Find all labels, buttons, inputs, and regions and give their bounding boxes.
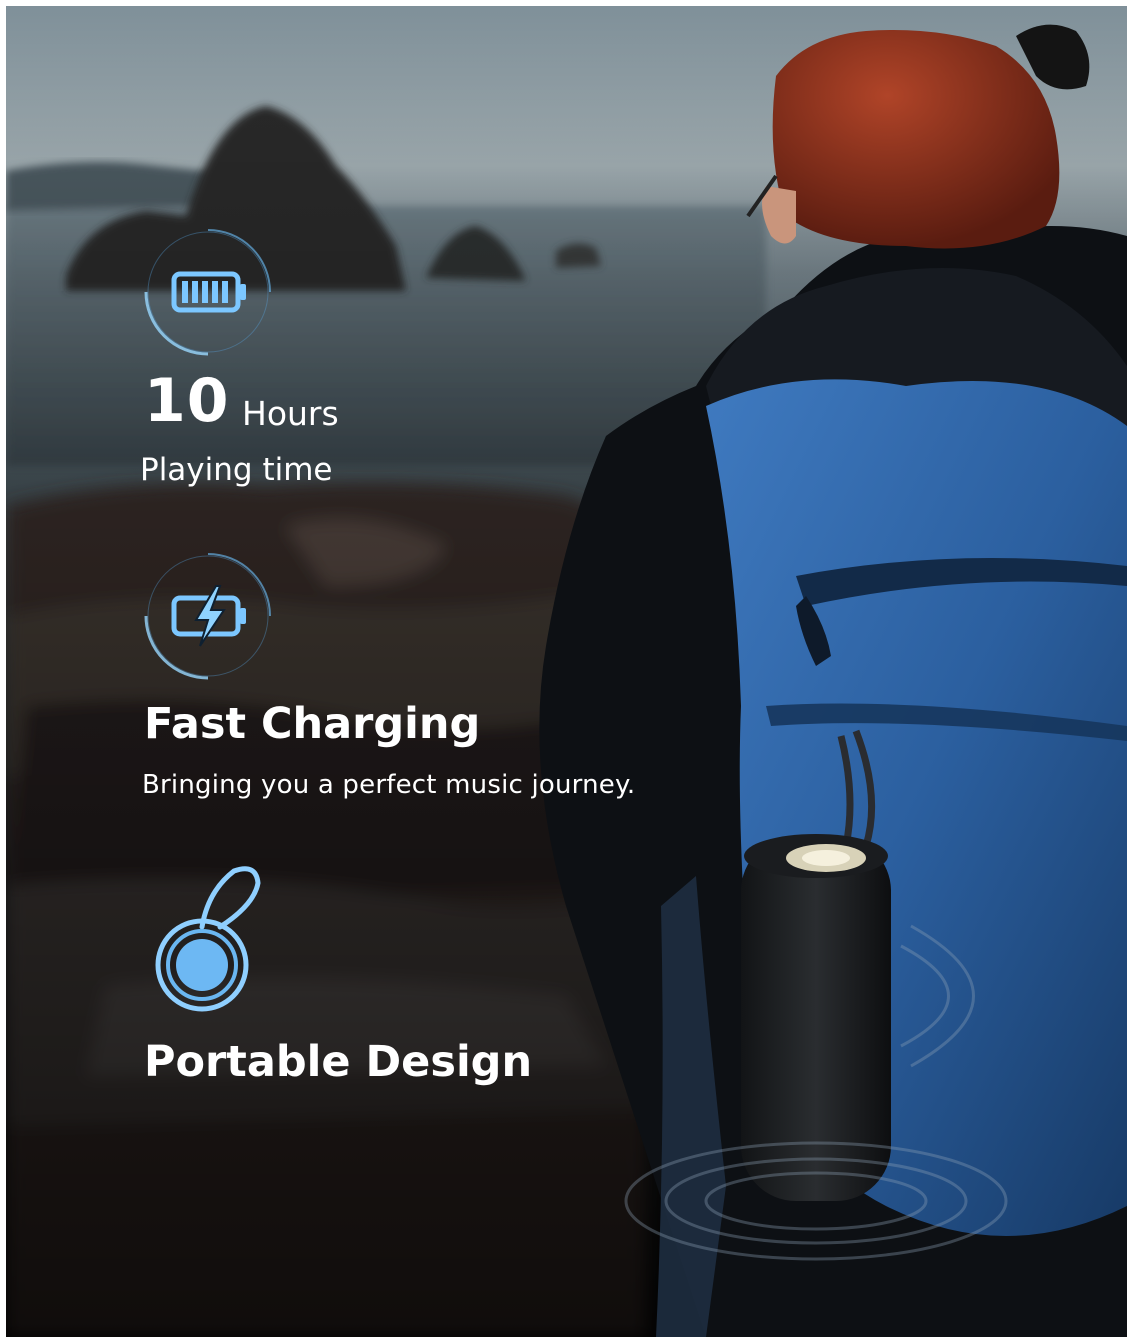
playing-time-caption: Playing time [140, 452, 333, 488]
product-banner: 10 Hours Playing time Fast Charging Brin… [6, 6, 1127, 1337]
battery-full-icon [138, 222, 278, 366]
playing-time-unit: Hours [242, 394, 339, 433]
lanyard-ring-icon [146, 861, 276, 1025]
fast-charging-caption: Bringing you a perfect music journey. [142, 770, 636, 800]
playing-time-value: 10 [144, 366, 230, 436]
portable-design-title: Portable Design [144, 1037, 533, 1087]
battery-charging-icon [138, 546, 278, 690]
fast-charging-title: Fast Charging [144, 699, 481, 749]
